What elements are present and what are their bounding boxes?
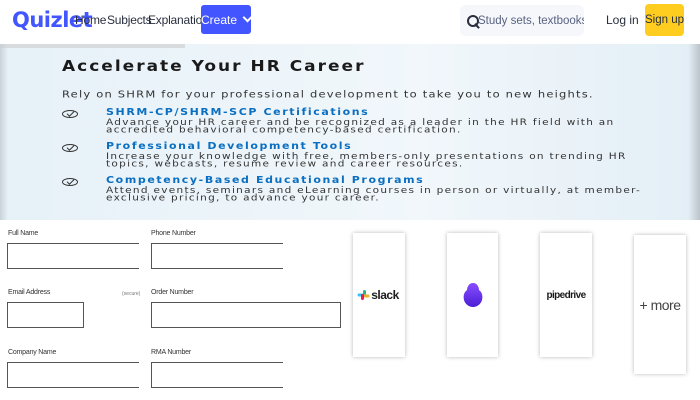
app-logo-icon bbox=[463, 283, 482, 307]
check-circle-icon bbox=[62, 144, 78, 152]
slack-logo: slack bbox=[357, 288, 399, 302]
banner-item-title[interactable]: Competency-Based Educational Programs bbox=[106, 175, 424, 185]
search-input[interactable] bbox=[478, 14, 584, 27]
top-nav: Quizlet Home Subjects Explanations Creat… bbox=[0, 0, 700, 44]
signup-button[interactable]: Sign up bbox=[645, 4, 684, 36]
phone-number-field[interactable] bbox=[151, 243, 283, 269]
more-label: + more bbox=[639, 296, 681, 313]
banner-shadow bbox=[688, 44, 700, 220]
full-name-label: Full Name bbox=[8, 230, 39, 237]
banner-item-desc: Advance your HR career and be recognized… bbox=[106, 117, 615, 136]
banner-shadow bbox=[0, 44, 8, 220]
pipedrive-wordmark: pipedrive bbox=[546, 289, 586, 301]
company-name-label: Company Name bbox=[8, 349, 57, 356]
search-icon bbox=[466, 14, 479, 28]
email-address-label: Email Address bbox=[8, 289, 51, 296]
banner-item-title[interactable]: Professional Development Tools bbox=[106, 141, 352, 151]
slack-card[interactable]: slack bbox=[353, 233, 405, 357]
email-field[interactable] bbox=[7, 302, 84, 328]
full-name-field[interactable] bbox=[7, 243, 139, 269]
banner-title: Accelerate Your HR Career bbox=[62, 57, 366, 76]
email-hint: (secure) bbox=[122, 291, 141, 297]
nav-subjects[interactable]: Subjects bbox=[107, 13, 152, 27]
chevron-down-icon bbox=[242, 12, 253, 23]
shrm-ad-banner[interactable]: Accelerate Your HR Career Rely on SHRM f… bbox=[0, 44, 700, 220]
login-link[interactable]: Log in bbox=[606, 13, 639, 27]
banner-item-desc: Attend events, seminars and eLearning co… bbox=[106, 185, 642, 204]
slack-wordmark: slack bbox=[371, 288, 399, 302]
order-number-field[interactable] bbox=[151, 302, 341, 328]
create-button[interactable]: Create bbox=[201, 5, 253, 34]
search-box[interactable] bbox=[460, 5, 584, 36]
pipedrive-card[interactable]: pipedrive bbox=[540, 233, 592, 357]
check-circle-icon bbox=[62, 178, 78, 186]
company-name-field[interactable] bbox=[7, 362, 139, 388]
nav-home[interactable]: Home bbox=[75, 13, 106, 27]
banner-item-title[interactable]: SHRM-CP/SHRM-SCP Certifications bbox=[106, 107, 369, 117]
create-label: Create bbox=[201, 12, 238, 27]
purple-app-card[interactable] bbox=[447, 233, 498, 357]
phone-number-label: Phone Number bbox=[151, 230, 196, 237]
banner-subtitle: Rely on SHRM for your professional devel… bbox=[62, 88, 594, 101]
rma-number-label: RMA Number bbox=[151, 349, 192, 356]
more-integrations-card[interactable]: + more bbox=[634, 235, 686, 374]
banner-item-desc: Increase your knowledge with free, membe… bbox=[106, 151, 627, 170]
slack-icon bbox=[357, 290, 370, 300]
check-circle-icon bbox=[62, 110, 78, 118]
banner-top-bar bbox=[0, 44, 185, 48]
order-number-label: Order Number bbox=[151, 289, 194, 296]
rma-number-field[interactable] bbox=[151, 362, 283, 388]
